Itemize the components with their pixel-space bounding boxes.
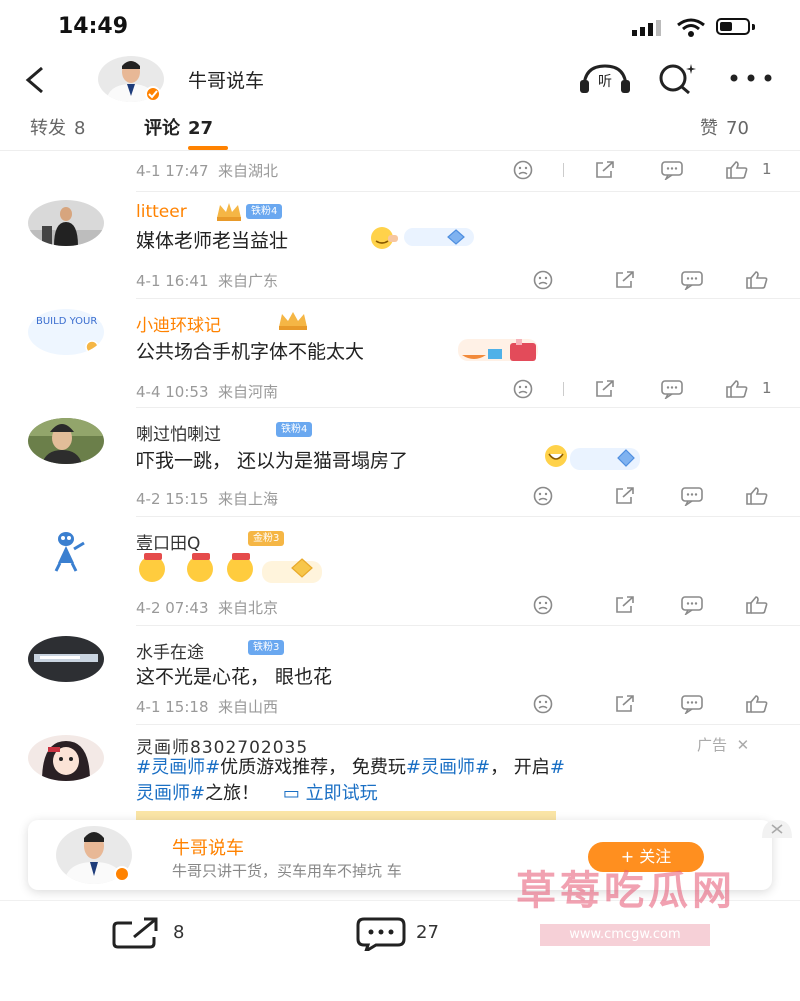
avatar[interactable]: [28, 527, 104, 573]
comment-text: 公共场合手机字体不能太大: [136, 341, 365, 363]
reply-icon[interactable]: [680, 595, 703, 617]
top-nav: 牛哥说车 听: [0, 56, 800, 104]
like-icon[interactable]: [745, 270, 768, 290]
avatar[interactable]: [56, 826, 132, 884]
comment-icon[interactable]: [356, 917, 406, 951]
link-icon: ▭: [282, 783, 300, 804]
comment-author[interactable]: 小迪环球记: [136, 311, 221, 336]
comment-meta: 4-2 15:15 来自上海: [136, 490, 279, 508]
ad-label[interactable]: 广告 ✕: [697, 734, 749, 755]
like-icon[interactable]: [725, 160, 748, 180]
tab-bar: 转发 8 评论 27 赞 70: [0, 104, 800, 151]
fan-badge: 铁粉4: [276, 422, 313, 437]
share-icon[interactable]: [614, 486, 636, 506]
emoji-icon: [371, 227, 398, 249]
avatar[interactable]: BUILD YOUR DREAMS: [28, 309, 104, 355]
dislike-icon[interactable]: [532, 270, 554, 290]
reply-icon[interactable]: [680, 694, 703, 716]
comment-item: litteer 铁粉4 媒体老师老当益壮 4-1 16:41 来自广东: [0, 192, 800, 298]
follow-card-desc: 牛哥只讲干货，买车用车不掉坑 车: [172, 862, 402, 880]
dislike-icon[interactable]: [512, 160, 534, 180]
comment-author[interactable]: 喇过怕喇过: [136, 420, 221, 445]
dislike-icon[interactable]: [512, 379, 534, 399]
tab-repost[interactable]: 转发 8: [30, 114, 85, 140]
comment-text: 这不光是心花， 眼也花: [136, 666, 333, 688]
share-icon[interactable]: [594, 379, 616, 399]
comment-meta: 4-1 15:18 来自山西: [136, 698, 279, 716]
reply-icon[interactable]: [680, 270, 703, 292]
fan-crown-icon: [279, 312, 307, 330]
page-title[interactable]: 牛哥说车: [188, 66, 264, 93]
comment-text: 吓我一跳， 还以为是猫哥塌房了: [136, 450, 409, 472]
comment-item: 水手在途 铁粉3 这不光是心花， 眼也花 4-1 15:18 来自山西: [0, 626, 800, 724]
watermark-url: www.cmcgw.com: [540, 924, 710, 946]
search-icon[interactable]: [655, 62, 699, 96]
follow-card-name[interactable]: 牛哥说车: [172, 834, 244, 860]
tab-comment[interactable]: 评论 27: [144, 114, 213, 140]
comment-meta: 4-2 07:43 来自北京: [136, 599, 279, 617]
fan-badge: 铁粉4: [246, 204, 283, 219]
dislike-icon[interactable]: [532, 486, 554, 506]
comment-item: BUILD YOUR DREAMS 小迪环球记 公共场合手机字体不能太大 4-4…: [0, 299, 800, 407]
svg-text:听: 听: [598, 74, 612, 90]
share-icon[interactable]: [614, 270, 636, 290]
comment-item: 壹口田Q 金粉3 4-2 07:43 来自北京: [0, 517, 800, 625]
more-icon[interactable]: [728, 68, 774, 88]
comment-count: 27: [416, 922, 439, 943]
fan-badge: 铁粉3: [248, 640, 285, 655]
avatar[interactable]: [28, 636, 104, 682]
avatar[interactable]: [28, 418, 104, 464]
tab-indicator: [188, 146, 228, 150]
comment-text: 媒体老师老当益壮: [136, 230, 289, 252]
like-count: 1: [762, 160, 772, 178]
like-icon[interactable]: [745, 486, 768, 506]
signal-icon: [632, 20, 661, 36]
status-time: 14:49: [58, 14, 129, 39]
like-icon[interactable]: [745, 694, 768, 714]
play-link[interactable]: ▭ 立即试玩: [283, 783, 378, 804]
comment-meta: 4-1 17:47 来自湖北: [136, 162, 279, 180]
reply-icon[interactable]: [660, 160, 683, 182]
comment-author[interactable]: litteer: [136, 202, 187, 222]
avatar[interactable]: [28, 735, 104, 781]
tab-like[interactable]: 赞 70: [700, 114, 749, 140]
fan-crown-icon: [217, 203, 241, 221]
share-icon[interactable]: [594, 160, 616, 180]
comment-meta-row: 4-1 17:47 来自湖北 1: [0, 152, 800, 192]
like-icon[interactable]: [745, 595, 768, 615]
comment-author[interactable]: 水手在途: [136, 638, 204, 663]
comment-meta: 4-1 16:41 来自广东: [136, 272, 279, 290]
avatar[interactable]: [98, 56, 164, 102]
fan-badge: 金粉3: [248, 531, 285, 546]
back-arrow-icon[interactable]: [20, 64, 52, 96]
like-count: 1: [762, 379, 772, 397]
ad-text: #灵画师#优质游戏推荐， 免费玩#灵画师#， 开启# 灵画师#之旅！ ▭ 立即试…: [136, 757, 565, 804]
watermark: 草莓吃瓜网: [516, 868, 736, 914]
like-icon[interactable]: [725, 379, 748, 399]
decoration-icon: [545, 445, 640, 470]
close-icon[interactable]: [762, 820, 792, 838]
emoji-icon: [139, 553, 322, 583]
share-icon[interactable]: [614, 694, 636, 714]
comment-item: 喇过怕喇过 铁粉4 吓我一跳， 还以为是猫哥塌房了 4-2 15:15 来自上海: [0, 408, 800, 516]
avatar-text: BUILD YOUR DREAMS: [36, 316, 104, 327]
status-bar: 14:49: [0, 0, 800, 56]
decoration-icon: [404, 228, 474, 246]
dislike-icon[interactable]: [532, 595, 554, 615]
close-icon[interactable]: ✕: [732, 736, 750, 754]
decoration-icon: [458, 339, 538, 361]
share-icon[interactable]: [614, 595, 636, 615]
listen-icon[interactable]: 听: [578, 62, 632, 96]
reply-icon[interactable]: [660, 379, 683, 401]
ad-item: 灵画师8302702035 广告 ✕ #灵画师#优质游戏推荐， 免费玩#灵画师#…: [0, 725, 800, 827]
wifi-icon: [677, 18, 705, 37]
repost-icon[interactable]: [112, 917, 162, 949]
comment-meta: 4-4 10:53 来自河南: [136, 383, 279, 401]
avatar[interactable]: [28, 200, 104, 246]
dislike-icon[interactable]: [532, 694, 554, 714]
reply-icon[interactable]: [680, 486, 703, 508]
battery-icon: [716, 18, 750, 35]
repost-count: 8: [173, 922, 185, 943]
